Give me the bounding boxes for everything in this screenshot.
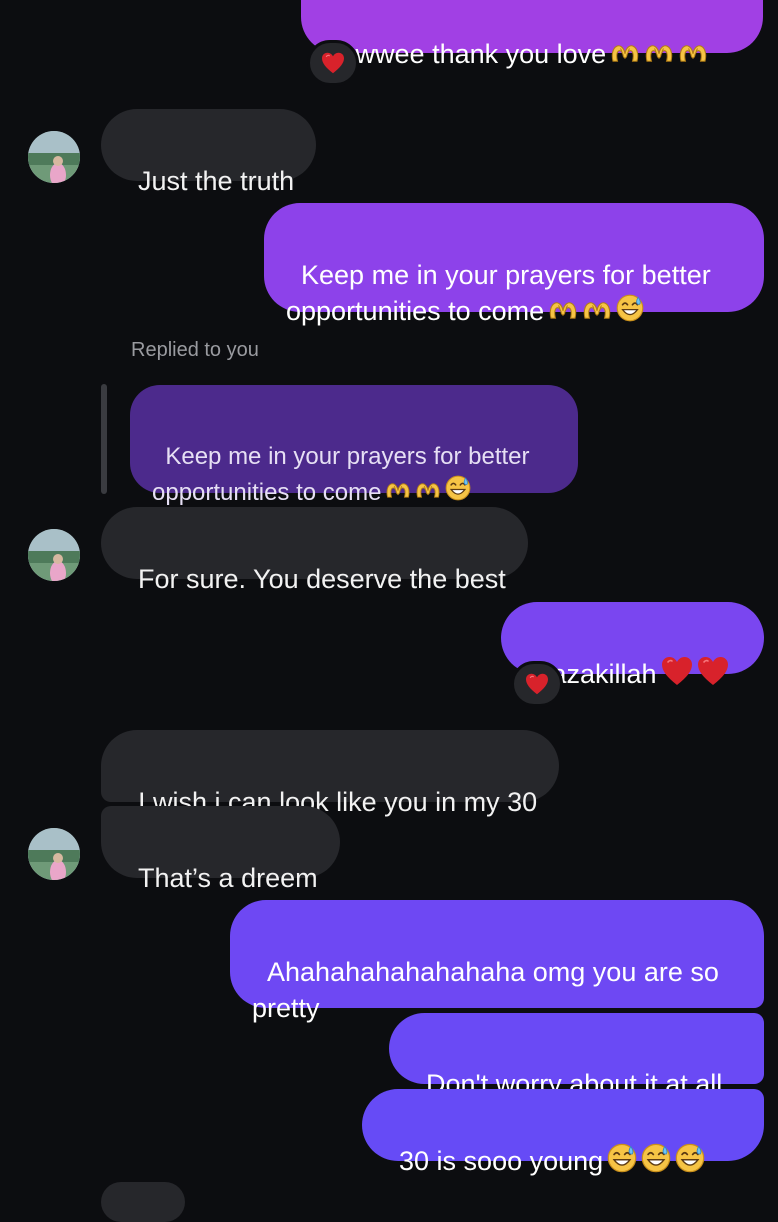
heart-hands-icon (678, 38, 708, 74)
sweat-smile-icon (675, 1143, 705, 1182)
reply-label: Replied to you (131, 339, 259, 361)
message-text: Keep me in your prayers for better oppor… (286, 260, 711, 326)
received-message[interactable]: That’s a dreem (101, 806, 340, 893)
red-heart-icon (697, 656, 729, 695)
message-text: Awwee thank you love (338, 39, 607, 69)
red-heart-icon[interactable] (307, 40, 359, 86)
sweat-smile-icon (607, 1143, 637, 1182)
sweat-smile-icon (616, 294, 644, 331)
received-message[interactable]: For sure. You deserve the best (101, 507, 528, 594)
message-text: For sure. You deserve the best (138, 564, 506, 594)
heart-hands-icon (582, 295, 612, 331)
message-text: Keep me in your prayers for better oppor… (152, 443, 530, 506)
contact-avatar[interactable] (28, 828, 80, 880)
sent-message[interactable]: Keep me in your prayers for better oppor… (264, 203, 764, 326)
heart-hands-icon (610, 38, 640, 74)
message-text: 30 is sooo young (399, 1146, 604, 1176)
sweat-smile-icon (641, 1143, 671, 1182)
contact-avatar[interactable] (28, 131, 80, 183)
received-message[interactable]: I wish i can look like you in my 30 (101, 730, 560, 817)
sent-message[interactable]: Awwee thank you love (301, 0, 763, 69)
sent-message[interactable]: Ahahahahahahahaha omg you are so pretty (230, 900, 764, 1023)
received-message-partial[interactable] (101, 1182, 185, 1222)
heart-hands-icon (644, 38, 674, 74)
message-text: Just the truth (138, 166, 295, 196)
received-message[interactable]: Just the truth (101, 109, 317, 196)
sent-message[interactable]: Don't worry about it at all (389, 1013, 764, 1099)
red-heart-icon (661, 656, 693, 695)
heart-hands-icon (548, 295, 578, 331)
sent-message[interactable]: 30 is sooo young (362, 1089, 764, 1176)
red-heart-icon[interactable] (511, 661, 563, 707)
reply-quote-bar (101, 384, 107, 494)
message-text: That’s a dreem (138, 863, 318, 893)
quoted-message[interactable]: Keep me in your prayers for better oppor… (130, 385, 578, 506)
contact-avatar[interactable] (28, 529, 80, 581)
